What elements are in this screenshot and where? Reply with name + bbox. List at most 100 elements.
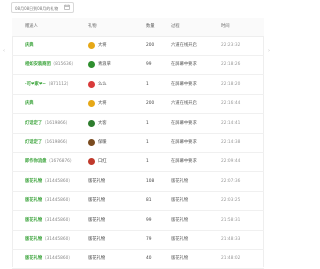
table-row: 庆典 大将 200 六道在线开启 22:16:44 xyxy=(12,94,264,115)
table-row: 即作你流盘（1676876） 口红 1 在屏幕中要求 22:09:44 xyxy=(12,152,264,173)
process: 版花礼物 xyxy=(171,256,189,262)
timestamp: 21:58:31 xyxy=(221,217,241,223)
sender-id: （31445860） xyxy=(42,256,73,262)
header-time: 时间 xyxy=(221,24,230,29)
sender-name: 庆典 xyxy=(25,43,34,48)
gift-cell: 口红 xyxy=(88,152,107,171)
table-row: 版花礼物（31445860） 版花礼物 40 版花礼物 21:48:02 xyxy=(12,249,264,269)
sender-cell[interactable]: 灯话定了（1619866） xyxy=(25,114,70,133)
sender-name: 版花礼物 xyxy=(25,217,43,223)
sender-name: 灯话定了 xyxy=(25,120,43,126)
gift-icon xyxy=(88,42,95,49)
quantity: 99 xyxy=(146,217,152,223)
sender-name: 相如安装商团 xyxy=(25,62,51,68)
process: 在屏幕中要求 xyxy=(171,159,197,165)
gift-cell: 版花礼物 xyxy=(88,172,105,191)
sender-id: （1619866） xyxy=(42,140,70,145)
quantity: 1 xyxy=(146,120,149,126)
sender-cell[interactable]: 相如安装商团（815636） xyxy=(25,55,76,74)
gift-name: 大将 xyxy=(98,43,107,48)
gift-cell: 保暖 xyxy=(88,133,107,152)
gift-cell: 么么 xyxy=(88,75,107,94)
table-row: 相如安装商团（815636） 青浪草 99 在屏幕中要求 22:18:26 xyxy=(12,55,264,76)
timestamp: 22:07:36 xyxy=(221,178,241,184)
quantity: 81 xyxy=(146,198,152,204)
timestamp: 22:18:26 xyxy=(221,62,241,68)
sender-id: （815636） xyxy=(50,62,76,68)
sender-cell[interactable]: 版花礼物（31445860） xyxy=(25,230,73,249)
sender-id: （871112） xyxy=(46,81,72,87)
sender-cell[interactable]: 版花礼物（31445860） xyxy=(25,211,73,230)
table-row: 版花礼物（31445860） 版花礼物 81 版花礼物 22:03:25 xyxy=(12,191,264,212)
gift-icon xyxy=(88,139,95,146)
quantity: 1 xyxy=(146,159,149,165)
sender-cell[interactable]: 即作你流盘（1676876） xyxy=(25,152,74,171)
gift-icon xyxy=(88,80,95,88)
process: 版花礼物 xyxy=(171,178,189,184)
timestamp: 22:18:20 xyxy=(221,81,241,87)
timestamp: 22:14:38 xyxy=(221,140,241,145)
gift-icon xyxy=(88,158,95,166)
process: 六道在线开启 xyxy=(171,101,197,107)
sender-id: （31445860） xyxy=(42,178,73,184)
sender-cell[interactable]: 庆典 xyxy=(25,36,34,55)
gift-cell: 版花礼物 xyxy=(88,249,105,268)
quantity: 200 xyxy=(146,43,155,48)
process: 在屏幕中要求 xyxy=(171,140,197,145)
quantity: 40 xyxy=(146,256,152,262)
gift-name: 版花礼物 xyxy=(88,237,106,242)
process: 版花礼物 xyxy=(171,217,189,223)
gift-name: 么么 xyxy=(98,81,107,87)
gift-icon xyxy=(88,100,95,108)
header-gift: 礼物 xyxy=(88,24,97,29)
timestamp: 22:16:44 xyxy=(221,101,241,107)
process: 版花礼物 xyxy=(171,198,189,204)
sender-id: （1619866） xyxy=(42,120,70,126)
chevron-left-icon[interactable]: ‹ xyxy=(3,48,5,54)
table-row: 灯话定了（1619866） 保暖 1 在屏幕中要求 22:14:38 xyxy=(12,133,264,153)
sender-name: 即作你流盘 xyxy=(25,159,47,165)
quantity: 108 xyxy=(146,178,155,184)
table-row: ·可❤家❤~（871112） 么么 1 在屏幕中要求 22:18:20 xyxy=(12,75,264,95)
process: 在屏幕中要求 xyxy=(171,62,197,68)
date-range-text: 08月08日到08月的礼物 xyxy=(15,6,59,11)
gift-cell: 版花礼物 xyxy=(88,191,105,210)
sender-name: 版花礼物 xyxy=(25,237,43,242)
sender-id: （31445860） xyxy=(42,198,73,204)
gift-name: 版花礼物 xyxy=(88,256,106,262)
gift-cell: 版花礼物 xyxy=(88,230,105,249)
gift-name: 口红 xyxy=(98,159,107,165)
sender-cell[interactable]: 版花礼物（31445860） xyxy=(25,249,73,268)
quantity: 99 xyxy=(146,62,152,68)
sender-name: 庆典 xyxy=(25,101,34,107)
sender-cell[interactable]: 灯话定了（1619866） xyxy=(25,133,70,152)
process: 在屏幕中要求 xyxy=(171,120,197,126)
gift-cell: 大将 xyxy=(88,94,107,113)
sender-id: （31445860） xyxy=(42,237,73,242)
sender-name: 版花礼物 xyxy=(25,178,43,184)
chevron-right-icon[interactable]: › xyxy=(268,48,270,54)
gift-name: 版花礼物 xyxy=(88,198,106,204)
process: 六道在线开启 xyxy=(171,43,197,48)
quantity: 79 xyxy=(146,237,152,242)
header-qty: 数量 xyxy=(146,24,155,29)
timestamp: 22:23:32 xyxy=(221,43,241,48)
table-row: 版花礼物（31445860） 版花礼物 99 版花礼物 21:58:31 xyxy=(12,211,264,231)
gift-icon xyxy=(88,61,95,69)
gift-name: 版花礼物 xyxy=(88,178,106,184)
sender-cell[interactable]: 庆典 xyxy=(25,94,34,113)
sender-id: （1676876） xyxy=(46,159,75,165)
sender-name: 版花礼物 xyxy=(25,198,43,204)
sender-cell[interactable]: ·可❤家❤~（871112） xyxy=(25,75,71,94)
gift-name: 大客 xyxy=(98,120,107,126)
timestamp: 22:14:41 xyxy=(221,120,241,126)
sender-id: （31445860） xyxy=(42,217,73,223)
table-row: 庆典 大将 200 六道在线开启 22:23:32 xyxy=(12,36,264,56)
sender-cell[interactable]: 版花礼物（31445860） xyxy=(25,172,73,191)
process: 在屏幕中要求 xyxy=(171,81,197,87)
header-sender: 赠送人 xyxy=(25,24,38,29)
quantity: 1 xyxy=(146,140,149,145)
timestamp: 21:48:02 xyxy=(221,256,241,262)
calendar-icon[interactable] xyxy=(64,4,70,10)
sender-cell[interactable]: 版花礼物（31445860） xyxy=(25,191,73,210)
